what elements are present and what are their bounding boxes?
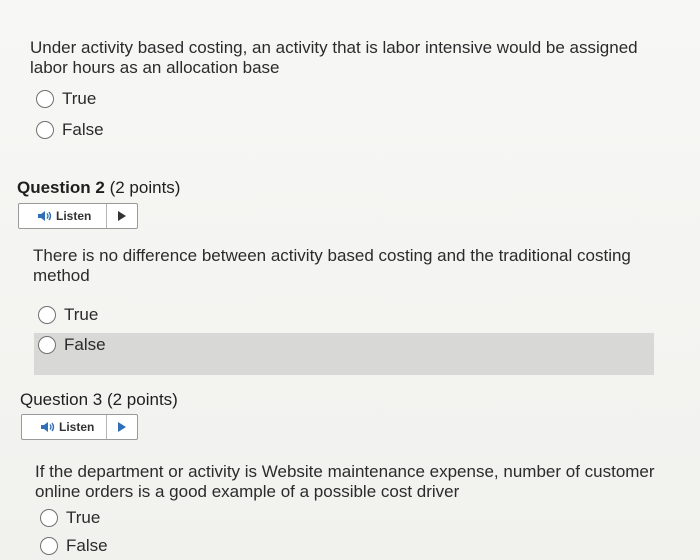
q2-play-button[interactable] — [107, 204, 137, 228]
q2-text-line2: method — [33, 266, 90, 285]
play-icon — [117, 210, 127, 222]
q2-listen-widget: Listen — [18, 203, 138, 229]
q3-listen-button[interactable]: Listen — [22, 415, 107, 439]
q3-play-button[interactable] — [107, 415, 137, 439]
q2-listen-label: Listen — [56, 209, 92, 223]
q3-heading: Question 3 (2 points) — [20, 390, 178, 410]
q1-radio-true[interactable] — [36, 90, 54, 108]
quiz-page: Under activity based costing, an activit… — [0, 0, 700, 560]
q3-option-label-false: False — [66, 536, 108, 555]
q1-radio-false[interactable] — [36, 121, 54, 139]
q2-option-label-true: True — [64, 305, 99, 324]
q2-radio-false[interactable] — [38, 336, 56, 354]
q2-radio-true[interactable] — [38, 306, 56, 324]
q1-text-line2: labor hours as an allocation base — [30, 58, 280, 77]
q2-option-false[interactable]: False — [38, 333, 106, 357]
q2-option-false-highlight — [34, 333, 654, 375]
q3-radio-true[interactable] — [40, 509, 58, 527]
q2-listen-button[interactable]: Listen — [19, 204, 107, 228]
q2-option-true[interactable]: True — [38, 303, 98, 327]
q1-option-label-true: True — [62, 89, 97, 108]
q3-option-label-true: True — [66, 508, 101, 527]
q3-title: Question 3 — [20, 390, 103, 409]
q2-title: Question 2 — [17, 178, 105, 197]
q1-text-line1: Under activity based costing, an activit… — [30, 38, 638, 57]
q2-points: (2 points) — [109, 178, 181, 197]
q3-option-true[interactable]: True — [40, 506, 100, 530]
q1-option-false[interactable]: False — [36, 118, 104, 142]
speaker-icon — [37, 210, 52, 222]
q1-option-label-false: False — [62, 120, 104, 139]
q3-text-line2: online orders is a good example of a pos… — [35, 482, 460, 501]
q3-listen-label: Listen — [59, 420, 95, 434]
q3-listen-widget: Listen — [21, 414, 138, 440]
q2-heading: Question 2 (2 points) — [17, 178, 180, 198]
q3-text-line1: If the department or activity is Website… — [35, 462, 655, 481]
speaker-icon — [40, 421, 55, 433]
q3-points: (2 points) — [106, 390, 178, 409]
q3-radio-false[interactable] — [40, 537, 58, 555]
q1-option-true[interactable]: True — [36, 87, 96, 111]
q2-option-label-false: False — [64, 335, 106, 354]
play-icon — [117, 421, 127, 433]
q3-option-false[interactable]: False — [40, 534, 108, 558]
q2-text-line1: There is no difference between activity … — [33, 246, 631, 265]
